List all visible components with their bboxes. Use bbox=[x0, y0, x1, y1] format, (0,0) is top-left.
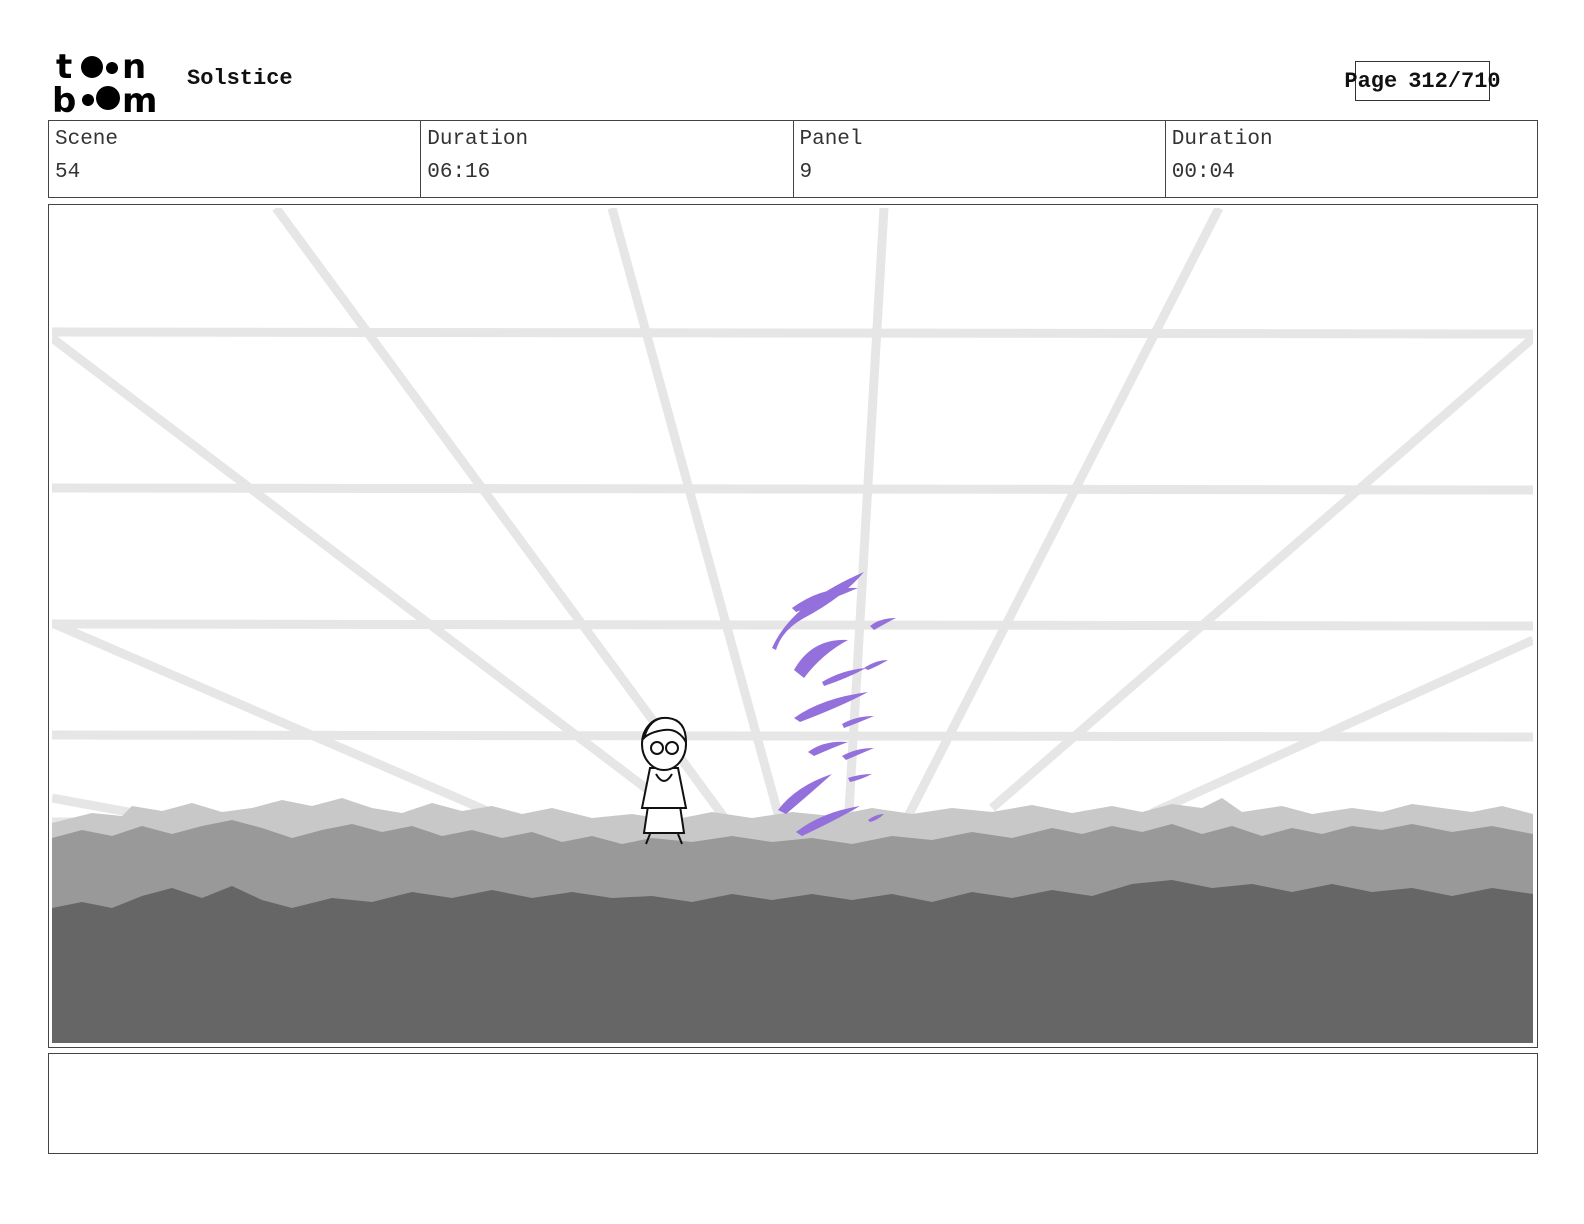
scene-cell: Scene 54 bbox=[49, 121, 420, 197]
character-figure bbox=[640, 716, 688, 845]
scene-label: Scene bbox=[55, 128, 119, 151]
project-title: Solstice bbox=[187, 66, 293, 91]
fog-dark bbox=[52, 880, 1533, 1043]
scene-duration-value: 06:16 bbox=[427, 161, 491, 184]
panel-value: 9 bbox=[799, 161, 813, 184]
scene-duration-cell: Duration 06:16 bbox=[420, 121, 792, 197]
storyboard-panel bbox=[48, 204, 1538, 1048]
panel-duration-cell: Duration 00:04 bbox=[1164, 121, 1537, 197]
panel-notes-box bbox=[48, 1053, 1538, 1154]
panel-cell: Panel 9 bbox=[792, 121, 1165, 197]
scene-value: 54 bbox=[55, 161, 81, 184]
scene-duration-label: Duration bbox=[427, 128, 529, 151]
logo-letter-b: b bbox=[52, 81, 76, 116]
panel-duration-label: Duration bbox=[1171, 128, 1273, 151]
page-indicator: Page 312/710 bbox=[1344, 61, 1501, 101]
logo-letter-m: m bbox=[122, 81, 157, 116]
panel-duration-value: 00:04 bbox=[1171, 161, 1235, 184]
panel-info-table: Scene 54 Duration 06:16 Panel 9 Duration… bbox=[48, 120, 1538, 198]
page-number: 312/710 bbox=[1408, 68, 1501, 94]
page-label: Page bbox=[1344, 68, 1398, 94]
toon-boom-logo: t n b m bbox=[52, 48, 157, 116]
panel-label: Panel bbox=[799, 128, 863, 151]
panel-drawing bbox=[52, 208, 1533, 1043]
